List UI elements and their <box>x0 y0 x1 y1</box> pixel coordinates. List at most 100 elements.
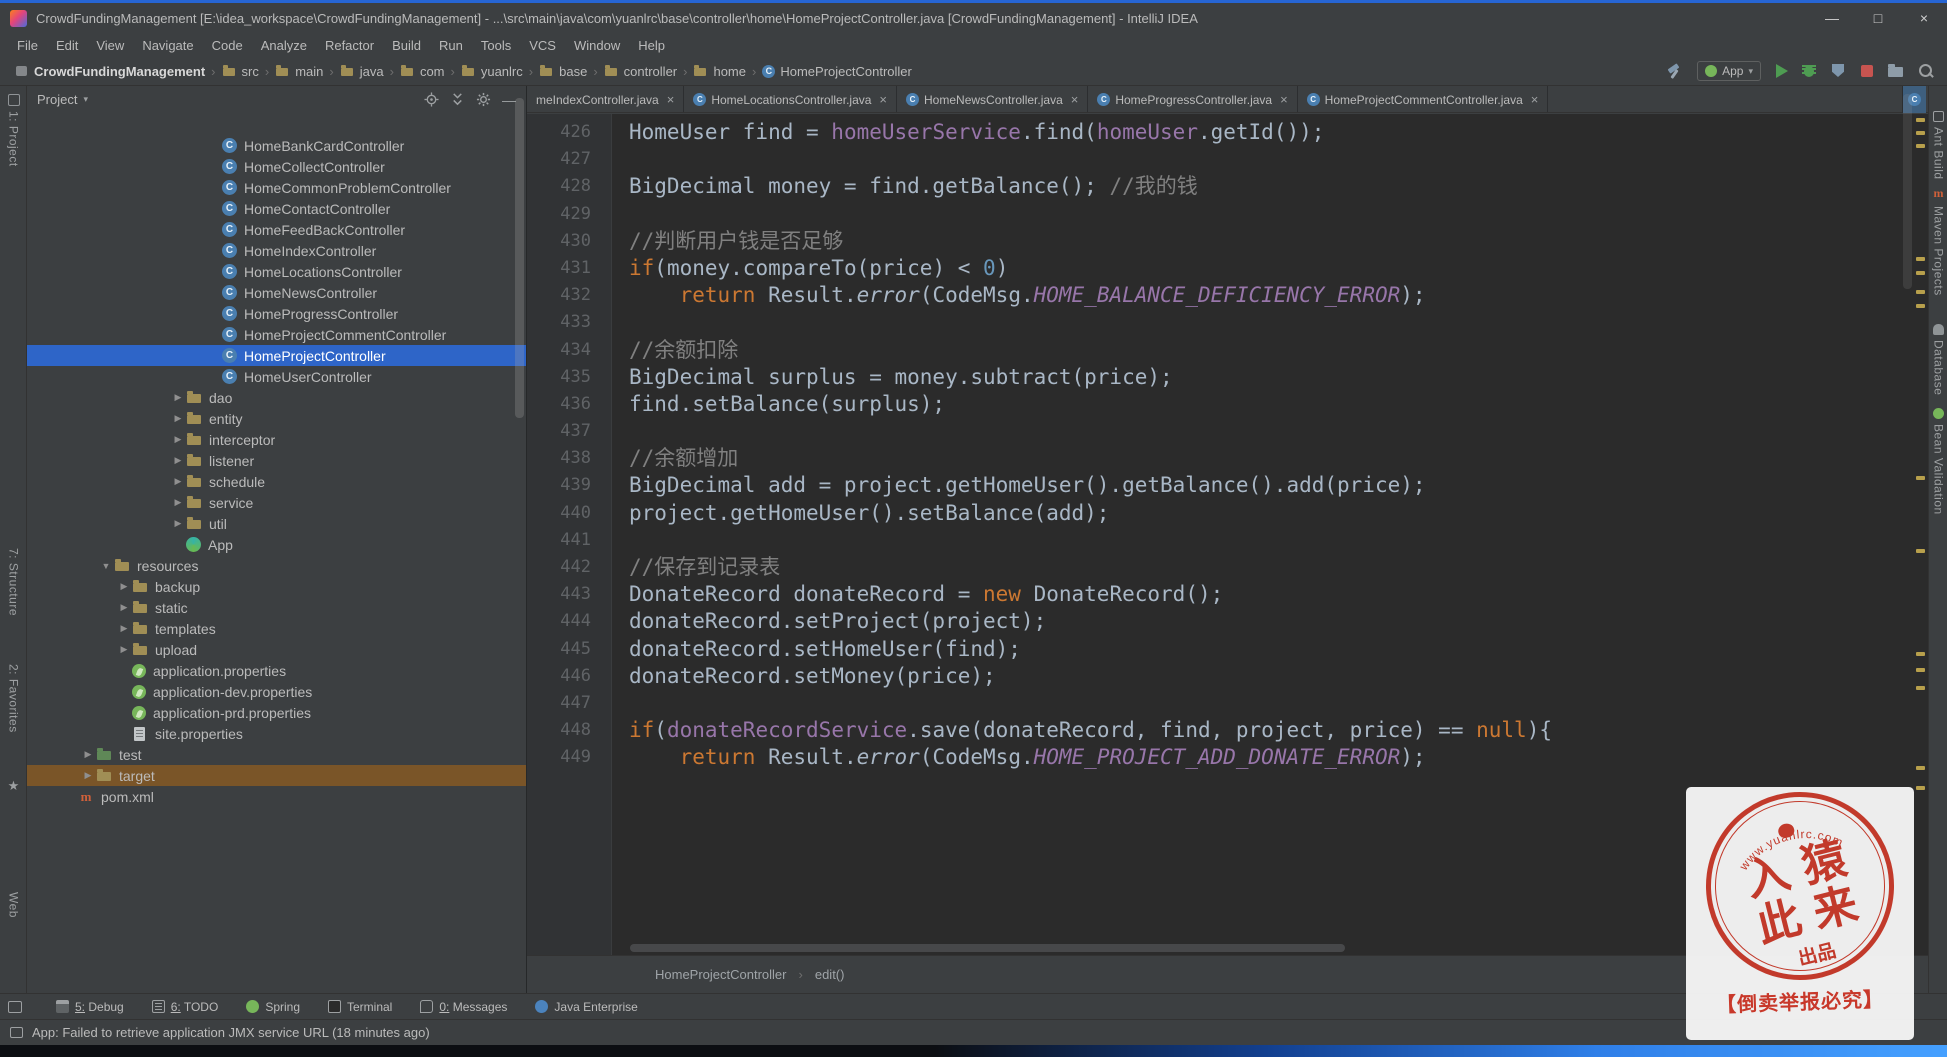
tab-meindexcontroller-java[interactable]: meIndexController.java × <box>527 86 685 112</box>
tree-item-service[interactable]: ▶ service <box>27 492 526 513</box>
tree-item-templates[interactable]: ▶ templates <box>27 618 526 639</box>
breadcrumb-crowdfundingmanagement[interactable]: CrowdFundingManagement <box>12 64 207 79</box>
breadcrumb-com[interactable]: com <box>398 64 447 79</box>
tree-item-entity[interactable]: ▶ entity <box>27 408 526 429</box>
tool-button-6-todo[interactable]: 6: TODO <box>151 1000 218 1014</box>
menu-file[interactable]: File <box>8 35 47 56</box>
menu-run[interactable]: Run <box>430 35 472 56</box>
warning-mark-icon[interactable] <box>1916 131 1925 135</box>
run-icon[interactable] <box>1770 61 1790 81</box>
warning-mark-icon[interactable] <box>1916 118 1925 122</box>
expand-icon[interactable]: ▶ <box>116 581 132 592</box>
tab-homelocationscontroller-java[interactable]: C HomeLocationsController.java × <box>684 86 898 112</box>
close-tab-icon[interactable]: × <box>1071 92 1079 107</box>
expand-icon[interactable]: ▼ <box>98 561 114 571</box>
vertical-scrollbar[interactable] <box>1903 94 1912 289</box>
tree-item-application-dev-properties[interactable]: application-dev.properties <box>27 681 526 702</box>
tree-item-application-properties[interactable]: application.properties <box>27 660 526 681</box>
tree-item-resources[interactable]: ▼ resources <box>27 555 526 576</box>
stop-icon[interactable] <box>1857 61 1877 81</box>
debug-icon[interactable] <box>1799 61 1819 81</box>
expand-icon[interactable]: ▶ <box>170 455 186 466</box>
breadcrumb-homeprojectcontroller[interactable]: C HomeProjectController <box>760 64 914 79</box>
tree-item-homecommonproblemcontroller[interactable]: C HomeCommonProblemController <box>27 177 526 198</box>
locate-icon[interactable] <box>424 92 439 107</box>
warning-mark-icon[interactable] <box>1916 686 1925 690</box>
tool-button-web[interactable]: Web <box>0 892 27 918</box>
tree-item-homebankcardcontroller[interactable]: C HomeBankCardController <box>27 135 526 156</box>
expand-icon[interactable]: ▶ <box>80 770 96 781</box>
maximize-button[interactable]: □ <box>1855 3 1901 33</box>
chevron-down-icon[interactable]: ▾ <box>83 94 88 105</box>
expand-icon[interactable]: ▶ <box>170 413 186 424</box>
tool-button-spring[interactable]: Spring <box>246 1000 300 1014</box>
warning-mark-icon[interactable] <box>1916 549 1925 553</box>
tree-item-homelocationscontroller[interactable]: C HomeLocationsController <box>27 261 526 282</box>
menu-navigate[interactable]: Navigate <box>133 35 202 56</box>
close-tab-icon[interactable]: × <box>1280 92 1288 107</box>
search-icon[interactable] <box>1915 61 1935 81</box>
expand-icon[interactable]: ▶ <box>170 434 186 445</box>
warning-mark-icon[interactable] <box>1916 144 1925 148</box>
warning-mark-icon[interactable] <box>1916 304 1925 308</box>
expand-icon[interactable]: ▶ <box>170 497 186 508</box>
warning-mark-icon[interactable] <box>1916 652 1925 656</box>
menu-analyze[interactable]: Analyze <box>252 35 316 56</box>
warning-mark-icon[interactable] <box>1916 766 1925 770</box>
tree-item-homeindexcontroller[interactable]: C HomeIndexController <box>27 240 526 261</box>
project-tree-scrollbar[interactable] <box>515 98 524 418</box>
close-button[interactable]: × <box>1901 3 1947 33</box>
warning-mark-icon[interactable] <box>1916 476 1925 480</box>
tree-item-site-properties[interactable]: site.properties <box>27 723 526 744</box>
warning-mark-icon[interactable] <box>1916 786 1925 790</box>
menu-window[interactable]: Window <box>565 35 629 56</box>
tree-item-homeusercontroller[interactable]: C HomeUserController <box>27 366 526 387</box>
tree-item-listener[interactable]: ▶ listener <box>27 450 526 471</box>
tree-item-test[interactable]: ▶ test <box>27 744 526 765</box>
close-tab-icon[interactable]: × <box>667 92 675 107</box>
tree-item-static[interactable]: ▶ static <box>27 597 526 618</box>
expand-icon[interactable]: ▶ <box>116 644 132 655</box>
tree-item-homecollectcontroller[interactable]: C HomeCollectController <box>27 156 526 177</box>
tree-item-app[interactable]: App <box>27 534 526 555</box>
tree-item-interceptor[interactable]: ▶ interceptor <box>27 429 526 450</box>
breadcrumb-yuanlrc[interactable]: yuanlrc <box>459 64 525 79</box>
warning-mark-icon[interactable] <box>1916 290 1925 294</box>
warning-mark-icon[interactable] <box>1916 271 1925 275</box>
menu-build[interactable]: Build <box>383 35 430 56</box>
tool-button-maven-projects[interactable]: m Maven Projects <box>1929 186 1947 296</box>
expand-icon[interactable]: ▶ <box>80 749 96 760</box>
menu-refactor[interactable]: Refactor <box>316 35 383 56</box>
expand-icon[interactable]: ▶ <box>170 518 186 529</box>
settings-icon[interactable] <box>476 92 491 107</box>
menu-view[interactable]: View <box>87 35 133 56</box>
tool-button-database[interactable]: Database <box>1929 324 1947 395</box>
breadcrumb-homeprojectcontroller[interactable]: HomeProjectController <box>655 967 787 982</box>
project-panel-title[interactable]: Project <box>37 92 77 107</box>
run-config-select[interactable]: App ▾ <box>1697 61 1761 81</box>
tool-button-structure[interactable]: 7: Structure <box>0 548 27 616</box>
tab-homeprogresscontroller-java[interactable]: C HomeProgressController.java × <box>1088 86 1298 112</box>
favorites-star-icon[interactable]: ★ <box>0 778 27 794</box>
tree-item-homeprogresscontroller[interactable]: C HomeProgressController <box>27 303 526 324</box>
breadcrumb-home[interactable]: home <box>691 64 748 79</box>
expand-icon[interactable]: ▶ <box>170 476 186 487</box>
tool-button-favorites[interactable]: 2: Favorites <box>0 664 27 733</box>
tree-item-util[interactable]: ▶ util <box>27 513 526 534</box>
tree-item-homenewscontroller[interactable]: C HomeNewsController <box>27 282 526 303</box>
tree-item-schedule[interactable]: ▶ schedule <box>27 471 526 492</box>
warning-mark-icon[interactable] <box>1916 668 1925 672</box>
tool-button-0-messages[interactable]: 0: Messages <box>420 1000 507 1014</box>
menu-code[interactable]: Code <box>203 35 252 56</box>
breadcrumb-main[interactable]: main <box>273 64 325 79</box>
tree-item-pom-xml[interactable]: m pom.xml <box>27 786 526 807</box>
tab-homeprojectcommentcontroller-java[interactable]: C HomeProjectCommentController.java × <box>1298 86 1549 112</box>
tool-button-terminal[interactable]: Terminal <box>328 1000 392 1014</box>
close-tab-icon[interactable]: × <box>879 92 887 107</box>
coverage-icon[interactable] <box>1828 61 1848 81</box>
breadcrumb-base[interactable]: base <box>537 64 589 79</box>
expand-icon[interactable]: ▶ <box>116 602 132 613</box>
tool-button-bean-validation[interactable]: Bean Validation <box>1929 408 1947 515</box>
tab-homenewscontroller-java[interactable]: C HomeNewsController.java × <box>897 86 1089 112</box>
menu-vcs[interactable]: VCS <box>520 35 565 56</box>
